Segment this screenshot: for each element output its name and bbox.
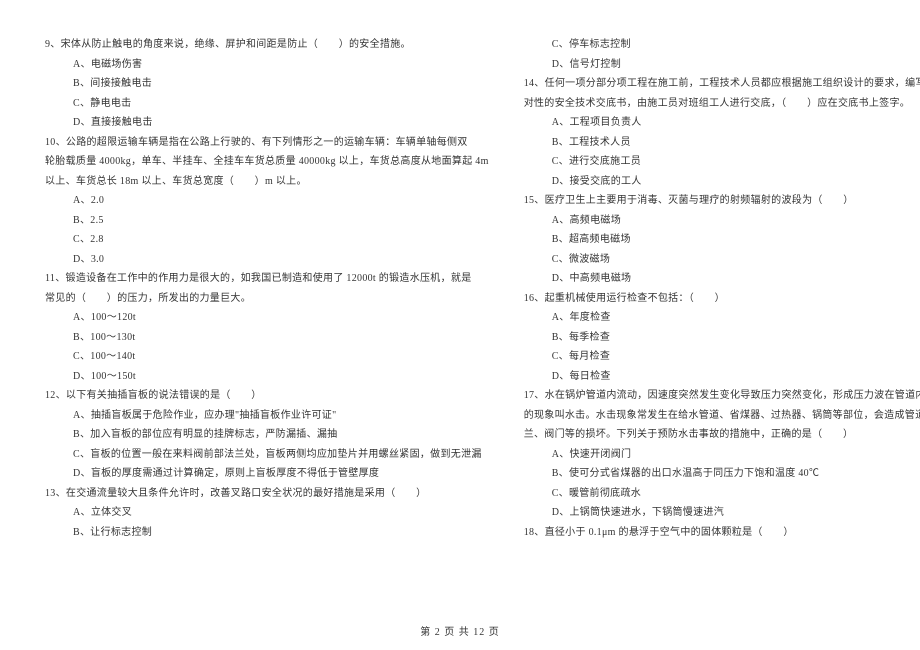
option-line: B、100～130t <box>45 328 489 348</box>
option-line: A、工程项目负责人 <box>524 113 920 133</box>
option-line: D、中高频电磁场 <box>524 269 920 289</box>
option-line: A、电磁场伤害 <box>45 55 489 75</box>
question-line: 兰、阀门等的损坏。下列关于预防水击事故的措施中，正确的是（ ） <box>524 425 920 445</box>
option-line: D、3.0 <box>45 250 489 270</box>
option-line: C、进行交底施工员 <box>524 152 920 172</box>
option-line: C、盲板的位置一般在来料阀前部法兰处，盲板两侧均应加垫片并用螺丝紧固，做到无泄漏 <box>45 445 489 465</box>
option-line: B、每季检查 <box>524 328 920 348</box>
option-line: D、上锅筒快速进水，下锅筒慢速进汽 <box>524 503 920 523</box>
question-line: 13、在交通流量较大且条件允许时，改善叉路口安全状况的最好措施是采用（ ） <box>45 484 489 504</box>
question-line: 对性的安全技术交底书，由施工员对班组工人进行交底，（ ）应在交底书上签字。 <box>524 94 920 114</box>
option-line: C、100～140t <box>45 347 489 367</box>
question-line: 10、公路的超限运输车辆是指在公路上行驶的、有下列情形之一的运输车辆：车辆单轴每… <box>45 133 489 153</box>
option-line: A、2.0 <box>45 191 489 211</box>
option-line: D、盲板的厚度需通过计算确定，原则上盲板厚度不得低于管壁厚度 <box>45 464 489 484</box>
option-line: C、微波磁场 <box>524 250 920 270</box>
question-line: 14、任何一项分部分项工程在施工前，工程技术人员都应根据施工组织设计的要求，编写… <box>524 74 920 94</box>
left-column: 9、宋体从防止触电的角度来说，绝缘、屏护和间距是防止（ ）的安全措施。A、电磁场… <box>45 35 489 605</box>
option-line: B、加入盲板的部位应有明显的挂牌标志，严防漏插、漏抽 <box>45 425 489 445</box>
option-line: A、年度检查 <box>524 308 920 328</box>
question-line: 9、宋体从防止触电的角度来说，绝缘、屏护和间距是防止（ ）的安全措施。 <box>45 35 489 55</box>
option-line: A、快速开闭阀门 <box>524 445 920 465</box>
page-footer: 第 2 页 共 12 页 <box>0 623 920 638</box>
content-columns: 9、宋体从防止触电的角度来说，绝缘、屏护和间距是防止（ ）的安全措施。A、电磁场… <box>45 35 875 605</box>
option-line: B、让行标志控制 <box>45 523 489 543</box>
question-line: 15、医疗卫生上主要用于消毒、灭菌与理疗的射频辐射的波段为（ ） <box>524 191 920 211</box>
option-line: D、每日检查 <box>524 367 920 387</box>
option-line: C、暖管前彻底疏水 <box>524 484 920 504</box>
option-line: A、高频电磁场 <box>524 211 920 231</box>
option-line: A、抽插盲板属于危险作业，应办理"抽插盲板作业许可证" <box>45 406 489 426</box>
option-line: D、接受交底的工人 <box>524 172 920 192</box>
question-line: 18、直径小于 0.1μm 的悬浮于空气中的固体颗粒是（ ） <box>524 523 920 543</box>
option-line: C、停车标志控制 <box>524 35 920 55</box>
option-line: B、超高频电磁场 <box>524 230 920 250</box>
question-line: 11、锻造设备在工作中的作用力是很大的，如我国已制造和使用了 12000t 的锻… <box>45 269 489 289</box>
question-line: 的现象叫水击。水击现象常发生在给水管道、省煤器、过热器、锅筒等部位，会造成管道、… <box>524 406 920 426</box>
option-line: D、直接接触电击 <box>45 113 489 133</box>
option-line: C、2.8 <box>45 230 489 250</box>
question-line: 12、以下有关抽插盲板的说法错误的是（ ） <box>45 386 489 406</box>
option-line: D、信号灯控制 <box>524 55 920 75</box>
question-line: 常见的（ ）的压力，所发出的力量巨大。 <box>45 289 489 309</box>
question-line: 以上、车货总长 18m 以上、车货总宽度（ ）m 以上。 <box>45 172 489 192</box>
question-line: 16、起重机械使用运行检查不包括：（ ） <box>524 289 920 309</box>
option-line: C、静电电击 <box>45 94 489 114</box>
option-line: D、100～150t <box>45 367 489 387</box>
option-line: B、间接接触电击 <box>45 74 489 94</box>
option-line: C、每月检查 <box>524 347 920 367</box>
option-line: B、使可分式省煤器的出口水温高于同压力下饱和温度 40℃ <box>524 464 920 484</box>
option-line: A、100～120t <box>45 308 489 328</box>
option-line: A、立体交叉 <box>45 503 489 523</box>
right-column: C、停车标志控制D、信号灯控制14、任何一项分部分项工程在施工前，工程技术人员都… <box>524 35 920 605</box>
option-line: B、2.5 <box>45 211 489 231</box>
question-line: 17、水在锅炉管道内流动，因速度突然发生变化导致压力突然变化，形成压力波在管道内… <box>524 386 920 406</box>
question-line: 轮胎载质量 4000kg，单车、半挂车、全挂车车货总质量 40000kg 以上，… <box>45 152 489 172</box>
option-line: B、工程技术人员 <box>524 133 920 153</box>
